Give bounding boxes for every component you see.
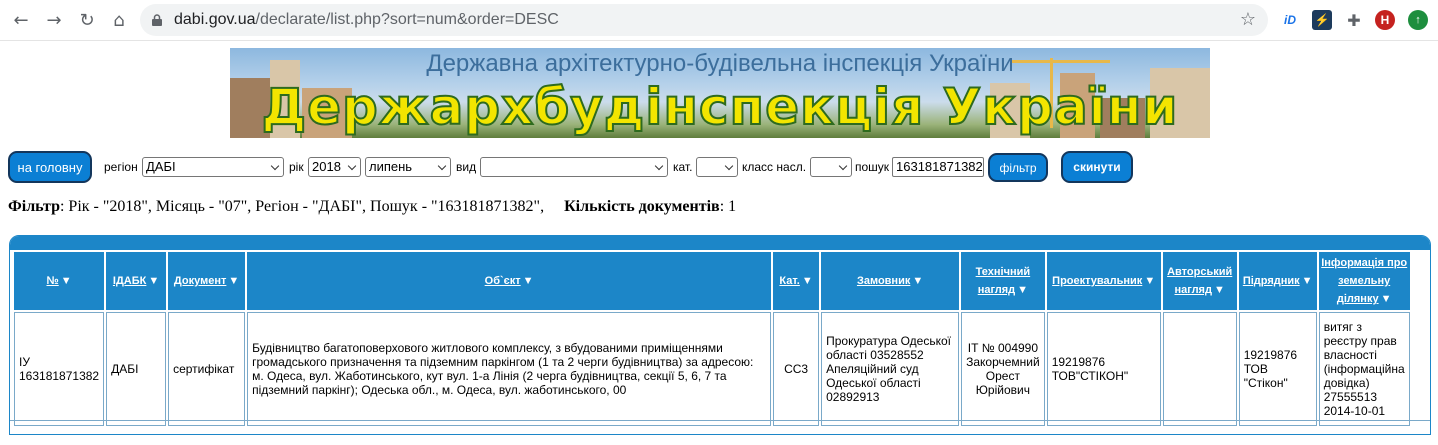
header-banner: Державна архітектурно-будівельна інспекц… xyxy=(230,48,1210,138)
col-tech-supervision[interactable]: Технічний нагляд ▼ xyxy=(961,252,1045,310)
extension-runner-icon[interactable]: ⚡ xyxy=(1312,10,1332,30)
col-designer[interactable]: Проектувальник ▼ xyxy=(1046,252,1161,310)
year-select[interactable]: 2018 xyxy=(308,157,361,177)
col-object[interactable]: Об`єкт ▼ xyxy=(247,252,772,310)
col-category[interactable]: Кат. ▼ xyxy=(773,252,820,310)
url-text: dabi.gov.ua/declarate/list.php?sort=num&… xyxy=(174,11,559,28)
region-label: регіон xyxy=(104,160,138,174)
home-button[interactable]: на головну xyxy=(8,151,92,183)
cell-category: СС3 xyxy=(773,312,820,426)
col-author-supervision[interactable]: Авторський нагляд ▼ xyxy=(1162,252,1237,310)
cell-customer: Прокуратура Одеської області 03528552 Ап… xyxy=(821,312,960,426)
cell-land-info: витяг з реєстру прав власності (інформац… xyxy=(1318,312,1410,426)
banner-subtitle: Державна архітектурно-будівельна інспекц… xyxy=(426,50,1014,77)
cell-tech-supervision: ІТ № 004990 Закорчемний Орест Юрійович xyxy=(961,312,1045,426)
class-select[interactable] xyxy=(810,157,852,177)
search-label: пошук xyxy=(855,160,890,174)
table-row: ІУ 163181871382 ДАБІ сертифікат Будівниц… xyxy=(14,312,1410,426)
type-label: вид xyxy=(456,160,477,174)
cell-object: Будівництво багатоповерхового житлового … xyxy=(247,312,772,426)
back-icon[interactable]: ← xyxy=(10,9,32,31)
col-number[interactable]: № ▼ xyxy=(14,252,105,310)
type-select[interactable] xyxy=(480,157,668,177)
profile-avatar[interactable]: H xyxy=(1375,10,1395,30)
cell-document: сертифікат xyxy=(168,312,246,426)
browser-toolbar: ← → ↻ ⌂ dabi.gov.ua/declarate/list.php?s… xyxy=(0,0,1438,41)
banner-title: Держархбудінспекція України xyxy=(261,77,1179,137)
month-select[interactable]: липень xyxy=(365,157,451,177)
search-input[interactable]: 163181871382 xyxy=(892,157,984,177)
lock-icon xyxy=(152,14,162,26)
filter-summary: Фільтр: Рік - "2018", Місяць - "07", Рег… xyxy=(8,198,737,215)
extensions-puzzle-icon[interactable]: ✚ xyxy=(1344,10,1364,30)
class-label: класс насл. xyxy=(742,160,807,174)
region-select[interactable]: ДАБІ xyxy=(142,157,284,177)
declarations-table: № ▼ ІДАБК ▼ Документ ▼ Об`єкт ▼ Кат. ▼ Замовн… xyxy=(9,235,1431,435)
col-land-info[interactable]: Інформація про земельну ділянку ▼ xyxy=(1318,252,1410,310)
extension-id-icon[interactable]: iD xyxy=(1280,10,1300,30)
cell-number: ІУ 163181871382 xyxy=(14,312,105,426)
reset-button[interactable]: скинути xyxy=(1061,151,1133,183)
cell-idabk: ДАБІ xyxy=(106,312,167,426)
category-label: кат. xyxy=(673,160,693,174)
filter-button[interactable]: фільтр xyxy=(988,153,1048,182)
category-select[interactable] xyxy=(696,157,738,177)
col-customer[interactable]: Замовник ▼ xyxy=(821,252,960,310)
bookmark-star-icon[interactable]: ☆ xyxy=(1240,9,1256,30)
cell-designer: 19219876 ТОВ"СТІКОН" xyxy=(1046,312,1161,426)
forward-icon[interactable]: → xyxy=(43,9,65,31)
home-icon[interactable]: ⌂ xyxy=(108,9,130,31)
col-document[interactable]: Документ ▼ xyxy=(168,252,246,310)
reload-icon[interactable]: ↻ xyxy=(76,9,98,31)
year-label: рік xyxy=(289,160,304,174)
cell-contractor: 19219876 ТОВ "Стікон" xyxy=(1238,312,1317,426)
cell-author-supervision xyxy=(1162,312,1237,426)
address-bar[interactable]: dabi.gov.ua/declarate/list.php?sort=num&… xyxy=(140,4,1268,36)
col-contractor[interactable]: Підрядник ▼ xyxy=(1238,252,1317,310)
update-arrow-icon[interactable]: ↑ xyxy=(1408,10,1428,30)
col-idabk[interactable]: ІДАБК ▼ xyxy=(106,252,167,310)
